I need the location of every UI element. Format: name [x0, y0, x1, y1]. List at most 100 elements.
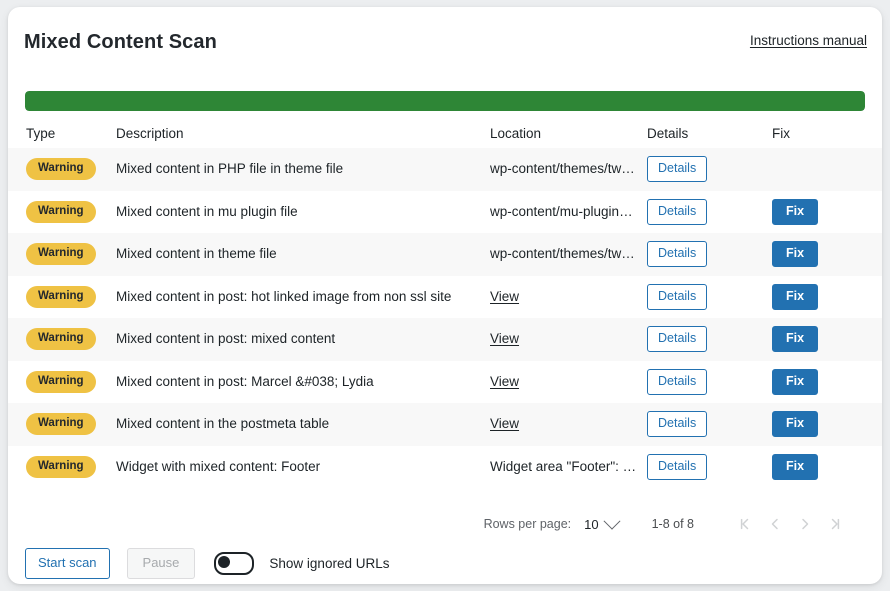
scan-progress-fill: [25, 91, 865, 111]
table-row: Warning Mixed content in mu plugin file wp…: [8, 191, 882, 234]
location-text: wp-content/themes/tw…: [490, 246, 635, 262]
details-button[interactable]: Details: [647, 241, 708, 268]
location-text: wp-content/themes/tw…: [490, 161, 635, 177]
description-text: Mixed content in post: Marcel &#038; Lyd…: [116, 373, 374, 389]
cell-details: Details: [647, 326, 772, 353]
status-badge: Warning: [26, 158, 96, 181]
rows-per-page-select[interactable]: 10: [584, 512, 621, 532]
show-ignored-urls-toggle[interactable]: [214, 552, 255, 575]
location-view-link[interactable]: View: [490, 289, 519, 304]
cell-details: Details: [647, 198, 772, 225]
fix-button[interactable]: Fix: [772, 368, 819, 395]
details-button[interactable]: Details: [647, 156, 708, 183]
table-row: Warning Mixed content in post: Marcel &#0…: [8, 361, 882, 404]
location-text: Widget area "Footer": …: [490, 458, 637, 474]
details-button[interactable]: Details: [647, 453, 708, 480]
pagination-range-text: 1-8 of 8: [651, 517, 694, 531]
footer-controls: Start scan Pause Show ignored URLs: [8, 543, 882, 584]
cell-details: Details: [647, 156, 772, 183]
fix-button[interactable]: Fix: [772, 453, 819, 480]
previous-page-icon[interactable]: [760, 509, 790, 539]
cell-details: Details: [647, 411, 772, 438]
instructions-manual-link[interactable]: Instructions manual: [750, 33, 867, 48]
cell-type: Warning: [8, 455, 116, 478]
fix-button[interactable]: Fix: [772, 326, 819, 353]
start-scan-button[interactable]: Start scan: [25, 548, 110, 579]
column-header-fix: Fix: [772, 126, 790, 141]
table-row: Warning Mixed content in PHP file in them…: [8, 148, 882, 191]
location-text: wp-content/mu-plugin…: [490, 203, 633, 219]
cell-description: Mixed content in PHP file in theme file: [116, 160, 490, 178]
next-page-icon[interactable]: [790, 509, 820, 539]
cell-description: Mixed content in post: mixed content: [116, 330, 490, 348]
cell-type: Warning: [8, 328, 116, 351]
cell-location: View: [490, 415, 647, 433]
description-text: Mixed content in PHP file in theme file: [116, 161, 344, 177]
status-badge: Warning: [26, 370, 96, 393]
status-badge: Warning: [26, 285, 96, 308]
cell-fix: Fix: [772, 283, 882, 310]
cell-type: Warning: [8, 200, 116, 223]
last-page-icon[interactable]: [820, 509, 850, 539]
cell-details: Details: [647, 453, 772, 480]
description-text: Widget with mixed content: Footer: [116, 458, 321, 474]
cell-location: wp-content/mu-plugin…: [490, 203, 647, 221]
rows-per-page-label: Rows per page:: [483, 517, 572, 531]
cell-details: Details: [647, 368, 772, 395]
cell-description: Mixed content in theme file: [116, 245, 490, 263]
cell-description: Mixed content in mu plugin file: [116, 203, 490, 221]
cell-type: Warning: [8, 285, 116, 308]
cell-fix: Fix: [772, 368, 882, 395]
column-header-description: Description: [116, 126, 184, 141]
description-text: Mixed content in the postmeta table: [116, 416, 330, 432]
cell-type: Warning: [8, 243, 116, 266]
table-row: Warning Widget with mixed content: Footer…: [8, 446, 882, 489]
table-row: Warning Mixed content in theme file wp-con…: [8, 233, 882, 276]
table-body: Warning Mixed content in PHP file in them…: [8, 148, 882, 488]
cell-fix: Fix: [772, 156, 882, 182]
toggle-knob: [217, 555, 230, 568]
cell-description: Widget with mixed content: Footer: [116, 458, 490, 476]
column-header-type: Type: [26, 126, 56, 141]
cell-fix: Fix: [772, 326, 882, 353]
cell-location: View: [490, 288, 647, 306]
details-button[interactable]: Details: [647, 411, 708, 438]
details-button[interactable]: Details: [647, 326, 708, 353]
cell-details: Details: [647, 283, 772, 310]
location-view-link[interactable]: View: [490, 416, 519, 431]
details-button[interactable]: Details: [647, 283, 708, 310]
cell-location: wp-content/themes/tw…: [490, 160, 647, 178]
description-text: Mixed content in post: hot linked image …: [116, 288, 452, 304]
cell-description: Mixed content in post: Marcel &#038; Lyd…: [116, 373, 490, 391]
fix-button[interactable]: Fix: [772, 411, 819, 438]
cell-type: Warning: [8, 158, 116, 181]
fix-button[interactable]: Fix: [772, 198, 819, 225]
cell-type: Warning: [8, 413, 116, 436]
cell-fix: Fix: [772, 411, 882, 438]
fix-button[interactable]: Fix: [772, 283, 819, 310]
cell-fix: Fix: [772, 453, 882, 480]
fix-button[interactable]: Fix: [772, 241, 819, 268]
location-view-link[interactable]: View: [490, 374, 519, 389]
rows-per-page-value: 10: [584, 516, 599, 532]
details-button[interactable]: Details: [647, 368, 708, 395]
location-view-link[interactable]: View: [490, 331, 519, 346]
card-header: Mixed Content Scan Instructions manual: [8, 7, 882, 75]
table-row: Warning Mixed content in the postmeta tab…: [8, 403, 882, 446]
status-badge: Warning: [26, 455, 96, 478]
pause-button[interactable]: Pause: [126, 548, 196, 579]
description-text: Mixed content in post: mixed content: [116, 331, 336, 347]
mixed-content-scan-card: Mixed Content Scan Instructions manual T…: [8, 7, 882, 584]
description-text: Mixed content in mu plugin file: [116, 203, 298, 219]
chevron-down-icon: [603, 512, 621, 530]
status-badge: Warning: [26, 243, 96, 266]
column-header-location: Location: [490, 126, 542, 141]
first-page-icon[interactable]: [730, 509, 760, 539]
cell-description: Mixed content in post: hot linked image …: [116, 288, 490, 306]
status-badge: Warning: [26, 200, 96, 223]
show-ignored-urls-label: Show ignored URLs: [269, 555, 390, 571]
details-button[interactable]: Details: [647, 198, 708, 225]
cell-type: Warning: [8, 370, 116, 393]
cell-location: View: [490, 373, 647, 391]
status-badge: Warning: [26, 328, 96, 351]
